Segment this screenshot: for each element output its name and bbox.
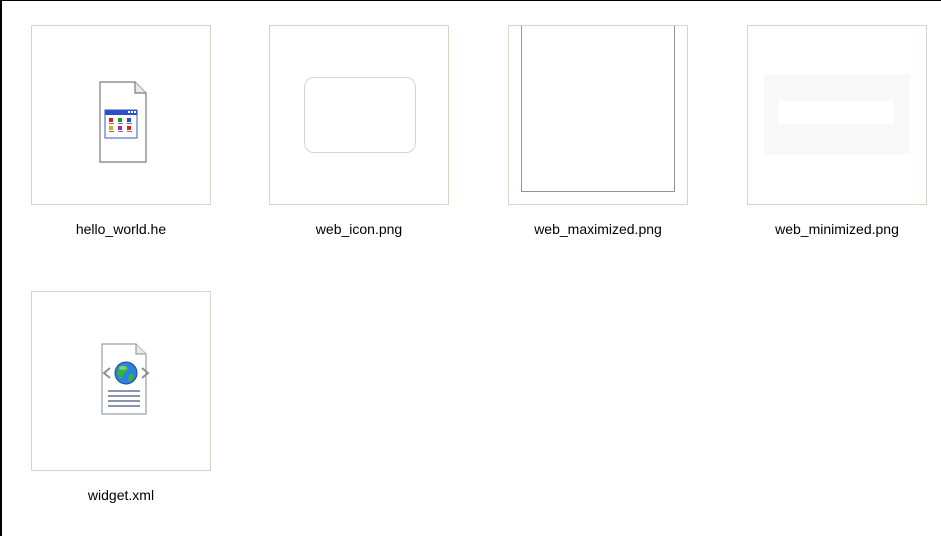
file-item-web-maximized[interactable]: web_maximized.png	[495, 25, 691, 253]
minimized-bar-inner	[778, 101, 894, 124]
xml-globe-document-icon	[101, 343, 150, 415]
file-thumbnail[interactable]	[31, 291, 211, 471]
file-item-hello-world[interactable]: hello_world.he	[18, 25, 214, 253]
file-thumbnail[interactable]	[747, 25, 927, 205]
file-view-pane: hello_world.he web_icon.png web_maximize…	[0, 0, 941, 536]
application-document-icon	[99, 81, 147, 163]
file-item-web-icon[interactable]: web_icon.png	[256, 25, 452, 253]
minimized-bar-thumbnail	[764, 74, 910, 154]
file-name[interactable]: hello_world.he	[18, 221, 224, 237]
maximized-window-thumbnail	[521, 26, 675, 192]
file-name[interactable]: web_minimized.png	[734, 221, 940, 237]
file-name[interactable]: web_maximized.png	[495, 221, 701, 237]
file-name[interactable]: web_icon.png	[256, 221, 462, 237]
file-item-widget-xml[interactable]: widget.xml	[18, 291, 214, 519]
file-thumbnail[interactable]	[508, 25, 688, 205]
file-thumbnail[interactable]	[31, 25, 211, 205]
file-thumbnail[interactable]	[269, 25, 449, 205]
file-name[interactable]: widget.xml	[18, 487, 224, 503]
file-item-web-minimized[interactable]: web_minimized.png	[734, 25, 930, 253]
rounded-rect-thumbnail	[304, 77, 416, 153]
